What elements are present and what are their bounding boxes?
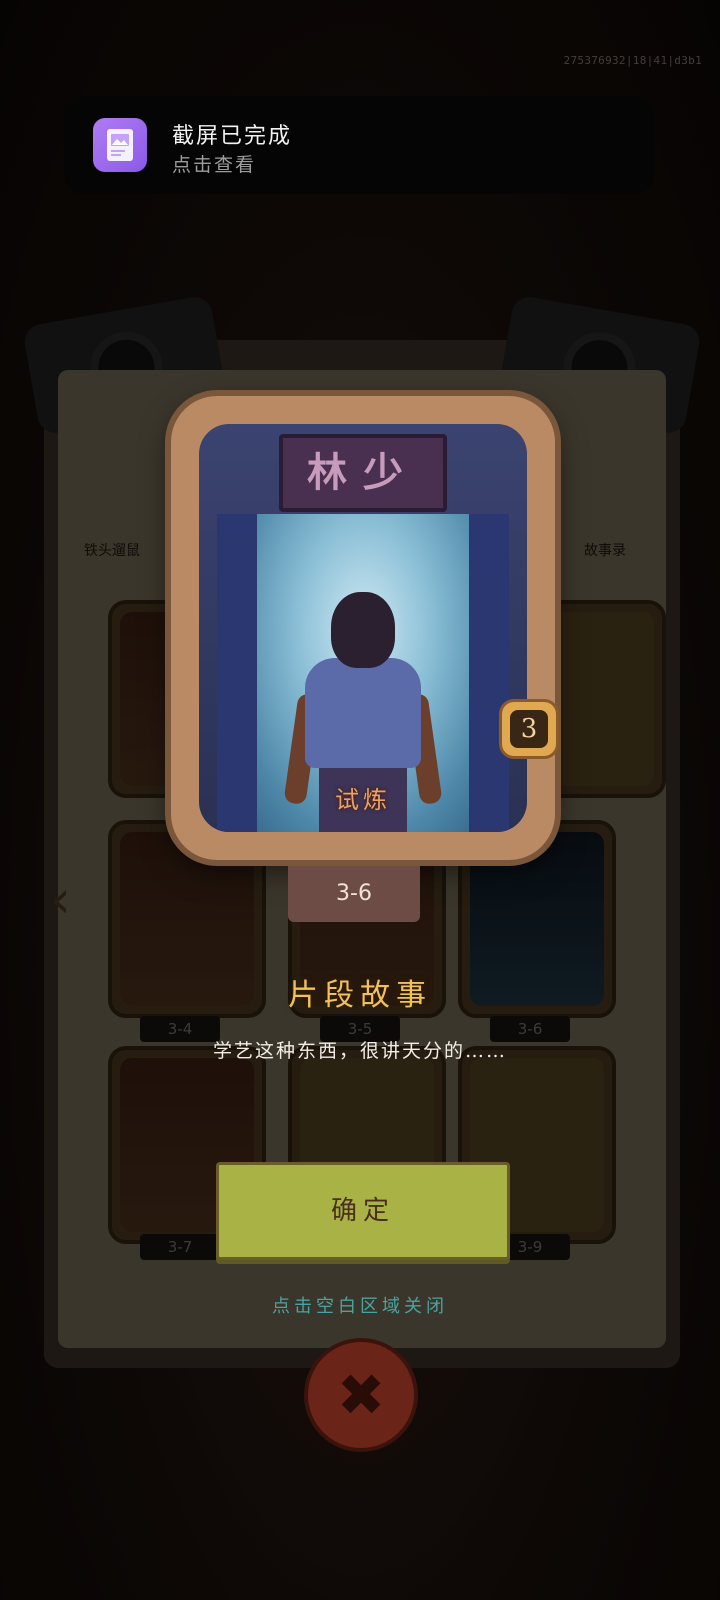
section-title: 片段故事	[288, 978, 432, 1013]
notification-title: 截屏已完成	[172, 124, 293, 149]
confirm-button[interactable]: 确定	[216, 1162, 510, 1260]
confirm-label: 确定	[330, 1196, 395, 1226]
close-hint: 点击空白区域关闭	[272, 1296, 448, 1317]
screenshot-gallery-icon	[93, 118, 147, 172]
notification-subtitle: 点击查看	[172, 154, 257, 176]
card-count-badge: 3	[502, 702, 556, 756]
screenshot-notification[interactable]: 截屏已完成 点击查看	[64, 96, 654, 194]
door-sign: 林少	[279, 434, 447, 512]
story-illustration: 林少 试炼	[199, 424, 527, 832]
story-text: 学艺这种东西，很讲天分的……	[212, 1040, 507, 1062]
game-screen[interactable]: 275376932|18|41|d3b1 铁头遛鼠 故事录 3-4 3-5 3-…	[0, 0, 720, 1600]
level-label: 3-6	[288, 866, 420, 922]
figure-head	[331, 592, 395, 668]
close-button[interactable]: ✖	[308, 1342, 414, 1448]
card-caption: 试炼	[335, 786, 391, 814]
story-card: 林少 试炼	[171, 396, 555, 860]
badge-number: 3	[510, 710, 548, 748]
close-icon: ✖	[336, 1361, 386, 1429]
figure-body	[305, 658, 421, 768]
